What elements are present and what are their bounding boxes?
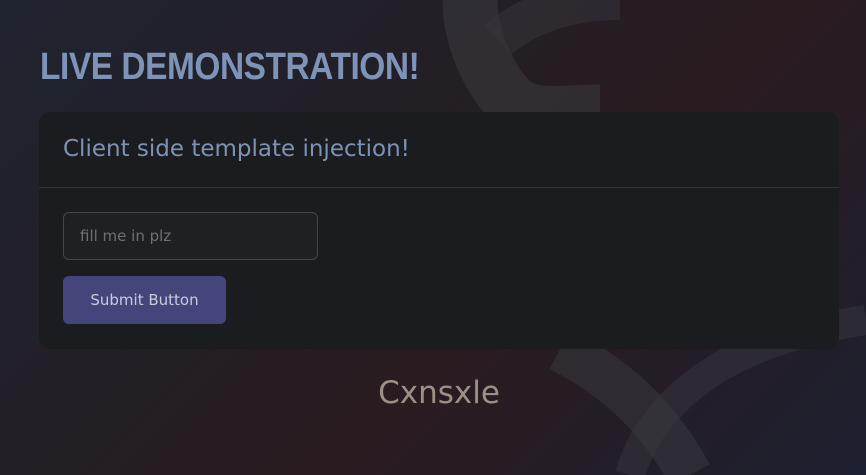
card-title: Client side template injection!	[63, 136, 410, 162]
submit-button[interactable]: Submit Button	[63, 276, 226, 324]
page-title: LIVE DEMONSTRATION!	[40, 46, 420, 88]
template-input[interactable]	[63, 212, 318, 260]
demo-card: Client side template injection! Submit B…	[39, 112, 839, 349]
card-body: Submit Button	[39, 188, 839, 348]
card-header: Client side template injection!	[39, 112, 839, 188]
footer-author-name: Cxnsxle	[378, 375, 500, 411]
